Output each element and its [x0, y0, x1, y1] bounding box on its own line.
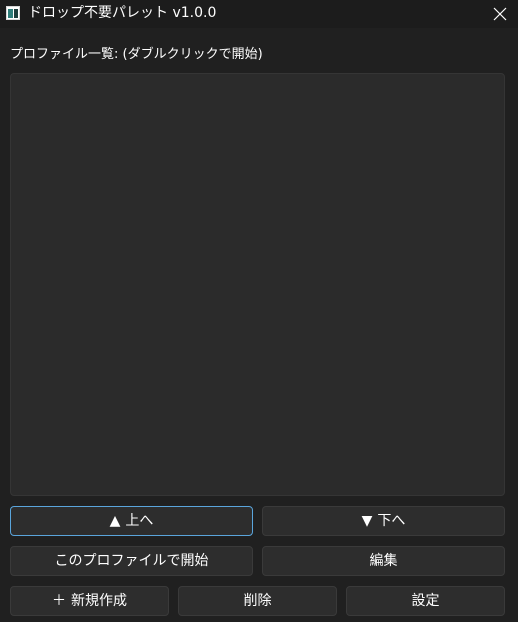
title-bar: ドロップ不要パレット v1.0.0	[0, 0, 518, 28]
profile-list[interactable]	[10, 73, 505, 496]
edit-button[interactable]: 編集	[262, 546, 505, 576]
move-up-label: 上へ	[125, 513, 154, 529]
close-icon	[493, 7, 507, 21]
start-profile-button[interactable]: このプロファイルで開始	[10, 546, 253, 576]
plus-icon: ＋	[52, 593, 66, 609]
new-profile-button[interactable]: ＋ 新規作成	[10, 586, 169, 616]
app-icon-pane-left	[8, 9, 13, 18]
settings-button[interactable]: 設定	[346, 586, 505, 616]
move-down-button[interactable]: ▼ 下へ	[262, 506, 505, 536]
window-title: ドロップ不要パレット v1.0.0	[28, 5, 217, 21]
triangle-up-icon: ▲	[109, 513, 121, 529]
delete-button[interactable]: 削除	[178, 586, 337, 616]
delete-label: 削除	[243, 593, 272, 609]
new-profile-label: 新規作成	[71, 593, 127, 609]
edit-label: 編集	[369, 553, 398, 569]
close-button[interactable]	[484, 0, 516, 28]
settings-label: 設定	[411, 593, 440, 609]
move-up-button[interactable]: ▲ 上へ	[10, 506, 253, 536]
app-icon-pane-right	[14, 9, 18, 18]
move-down-label: 下へ	[377, 513, 406, 529]
start-profile-label: このプロファイルで開始	[54, 553, 209, 569]
profile-list-label: プロファイル一覧: (ダブルクリックで開始)	[10, 47, 263, 62]
triangle-down-icon: ▼	[361, 513, 373, 529]
app-window: ドロップ不要パレット v1.0.0 プロファイル一覧: (ダブルクリックで開始)…	[0, 0, 518, 622]
app-icon	[6, 6, 20, 20]
